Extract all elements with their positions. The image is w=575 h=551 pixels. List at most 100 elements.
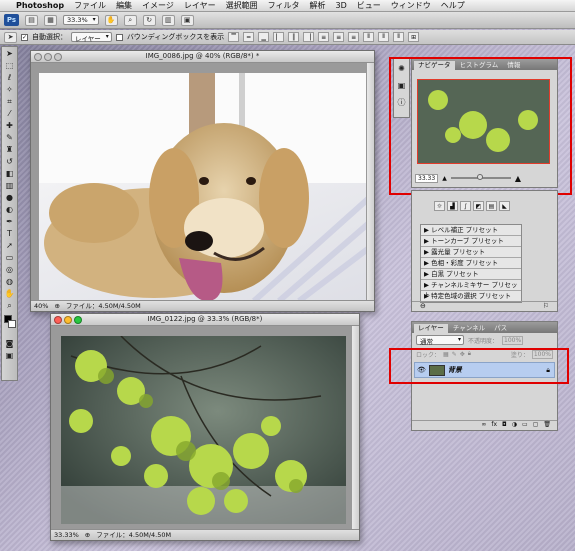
eyedropper-tool-icon[interactable]: ⁄ <box>3 108 16 119</box>
selective-color-icon[interactable]: ◣ <box>499 201 510 211</box>
group-icon[interactable]: ▭ <box>522 421 528 430</box>
vertical-scrollbar[interactable] <box>351 326 359 529</box>
zoom-select[interactable]: 33.3% <box>63 15 99 25</box>
menu-analysis[interactable]: 解析 <box>310 0 326 11</box>
document-title-bar[interactable]: IMG_0122.jpg @ 33.3% (RGB/8*) <box>51 314 359 326</box>
clone-stamp-tool-icon[interactable]: ♜ <box>3 144 16 155</box>
layer-mask-icon[interactable]: ◘ <box>502 421 507 430</box>
distribute-bottom-icon[interactable]: ≡ <box>348 32 360 42</box>
screen-mode-icon[interactable]: ▣ <box>180 14 194 26</box>
close-window-button[interactable] <box>54 316 62 324</box>
layer-style-icon[interactable]: fx <box>491 421 497 430</box>
brightness-contrast-icon[interactable]: ☼ <box>434 201 445 211</box>
adjustment-clip-icon[interactable]: ⚐ <box>543 302 549 311</box>
menu-edit[interactable]: 編集 <box>116 0 132 11</box>
align-left-icon[interactable]: ▏ <box>273 32 285 42</box>
curves-icon[interactable]: ∫ <box>460 201 471 211</box>
marquee-tool-icon[interactable]: ⬚ <box>3 60 16 71</box>
preset-exposure[interactable]: ▶ 露光量 プリセット <box>421 247 521 258</box>
exposure-icon[interactable]: ◩ <box>473 201 484 211</box>
zoom-tool-icon[interactable]: ⌕ <box>123 14 137 26</box>
adjustment-layer-new-icon[interactable]: ◑ <box>512 421 517 430</box>
guides-icon[interactable]: ▦ <box>44 14 57 26</box>
menu-image[interactable]: イメージ <box>142 0 174 11</box>
3d-orbit-tool-icon[interactable]: ◍ <box>3 276 16 287</box>
opacity-field[interactable]: 100% <box>502 335 524 345</box>
adjustment-layer-icon[interactable]: ⊖ <box>420 302 426 311</box>
tab-layers[interactable]: レイヤー <box>414 324 448 333</box>
distribute-top-icon[interactable]: ≡ <box>318 32 330 42</box>
gradient-tool-icon[interactable]: ▥ <box>3 180 16 191</box>
preset-levels[interactable]: ▶ レベル補正 プリセット <box>421 225 521 236</box>
rotate-view-icon[interactable]: ↻ <box>142 14 156 26</box>
leaves-photo-canvas[interactable] <box>61 336 346 524</box>
preset-hue-saturation[interactable]: ▶ 色相・彩度 プリセット <box>421 258 521 269</box>
align-top-icon[interactable]: ▔ <box>228 32 240 42</box>
hand-tool-icon[interactable]: ✋ <box>104 14 118 26</box>
brush-tool-icon[interactable]: ✎ <box>3 132 16 143</box>
delete-layer-icon[interactable]: 🗑︎ <box>543 421 551 430</box>
auto-select-checkbox[interactable]: ✓ <box>21 33 28 41</box>
dog-photo-canvas[interactable] <box>39 73 369 301</box>
zoom-tool-icon[interactable]: ⌕ <box>3 300 16 311</box>
menu-select[interactable]: 選択範囲 <box>226 0 258 11</box>
history-brush-tool-icon[interactable]: ↺ <box>3 156 16 167</box>
blur-tool-icon[interactable]: ● <box>3 192 16 203</box>
quick-mask-icon[interactable]: ◙ <box>3 338 16 349</box>
levels-icon[interactable]: ▟ <box>447 201 458 211</box>
menu-app-name[interactable]: Photoshop <box>16 1 64 10</box>
blend-mode-select[interactable]: 通常 <box>416 335 464 346</box>
align-right-icon[interactable]: ▕ <box>303 32 315 42</box>
pen-tool-icon[interactable]: ✒ <box>3 216 16 227</box>
crop-tool-icon[interactable]: ⌗ <box>3 96 16 107</box>
move-tool-icon[interactable]: ➤ <box>3 48 16 59</box>
document-title-bar[interactable]: IMG_0086.jpg @ 40% (RGB/8*) * <box>31 51 374 63</box>
shape-tool-icon[interactable]: ▭ <box>3 252 16 263</box>
tab-channels[interactable]: チャンネル <box>449 324 489 333</box>
menu-file[interactable]: ファイル <box>74 0 106 11</box>
new-layer-icon[interactable]: ▢ <box>533 421 539 430</box>
background-color-swatch[interactable] <box>8 320 16 328</box>
magic-wand-tool-icon[interactable]: ✧ <box>3 84 16 95</box>
zoom-level[interactable]: 33.33% <box>54 530 79 540</box>
align-vcenter-icon[interactable]: ═ <box>243 32 255 42</box>
tab-paths[interactable]: パス <box>490 324 511 333</box>
link-layers-icon[interactable]: ∞ <box>481 421 486 430</box>
menu-filter[interactable]: フィルタ <box>268 0 300 11</box>
file-size-info[interactable]: ファイル：4.50M/4.50M <box>96 530 171 540</box>
eraser-tool-icon[interactable]: ◧ <box>3 168 16 179</box>
close-window-button[interactable] <box>34 53 42 61</box>
menu-3d[interactable]: 3D <box>336 1 347 10</box>
bounding-box-checkbox[interactable] <box>115 33 123 41</box>
minimize-window-button[interactable] <box>64 316 72 324</box>
hand-tool-icon[interactable]: ✋ <box>3 288 16 299</box>
3d-rotate-tool-icon[interactable]: ◎ <box>3 264 16 275</box>
dodge-tool-icon[interactable]: ◐ <box>3 204 16 215</box>
type-tool-icon[interactable]: T <box>3 228 16 239</box>
menu-window[interactable]: ウィンドウ <box>391 0 431 11</box>
auto-align-icon[interactable]: ⊞ <box>408 32 420 42</box>
file-size-info[interactable]: ファイル：4.50M/4.50M <box>66 301 141 311</box>
distribute-left-icon[interactable]: ⫴ <box>363 32 375 42</box>
distribute-vcenter-icon[interactable]: ≡ <box>333 32 345 42</box>
minimize-window-button[interactable] <box>44 53 52 61</box>
auto-select-dropdown[interactable]: レイヤー <box>71 32 112 43</box>
arrange-documents-icon[interactable]: ▥ <box>161 14 175 26</box>
screen-mode-tool-icon[interactable]: ▣ <box>3 350 16 361</box>
path-selection-tool-icon[interactable]: ➚ <box>3 240 16 251</box>
healing-brush-tool-icon[interactable]: ✚ <box>3 120 16 131</box>
lasso-tool-icon[interactable]: ℓ <box>3 72 16 83</box>
zoom-window-button[interactable] <box>74 316 82 324</box>
menu-layer[interactable]: レイヤー <box>184 0 216 11</box>
move-tool-preset-icon[interactable]: ➤ <box>4 31 17 43</box>
vertical-scrollbar[interactable] <box>366 63 374 300</box>
zoom-level[interactable]: 40% <box>34 301 48 311</box>
align-bottom-icon[interactable]: ▁ <box>258 32 270 42</box>
bridge-icon[interactable]: ▤ <box>25 14 38 26</box>
distribute-right-icon[interactable]: ⫴ <box>393 32 405 42</box>
distribute-hcenter-icon[interactable]: ⫴ <box>378 32 390 42</box>
preset-black-white[interactable]: ▶ 白黒 プリセット <box>421 269 521 280</box>
gradient-map-icon[interactable]: ▤ <box>486 201 497 211</box>
align-hcenter-icon[interactable]: ║ <box>288 32 300 42</box>
menu-view[interactable]: ビュー <box>357 0 381 11</box>
